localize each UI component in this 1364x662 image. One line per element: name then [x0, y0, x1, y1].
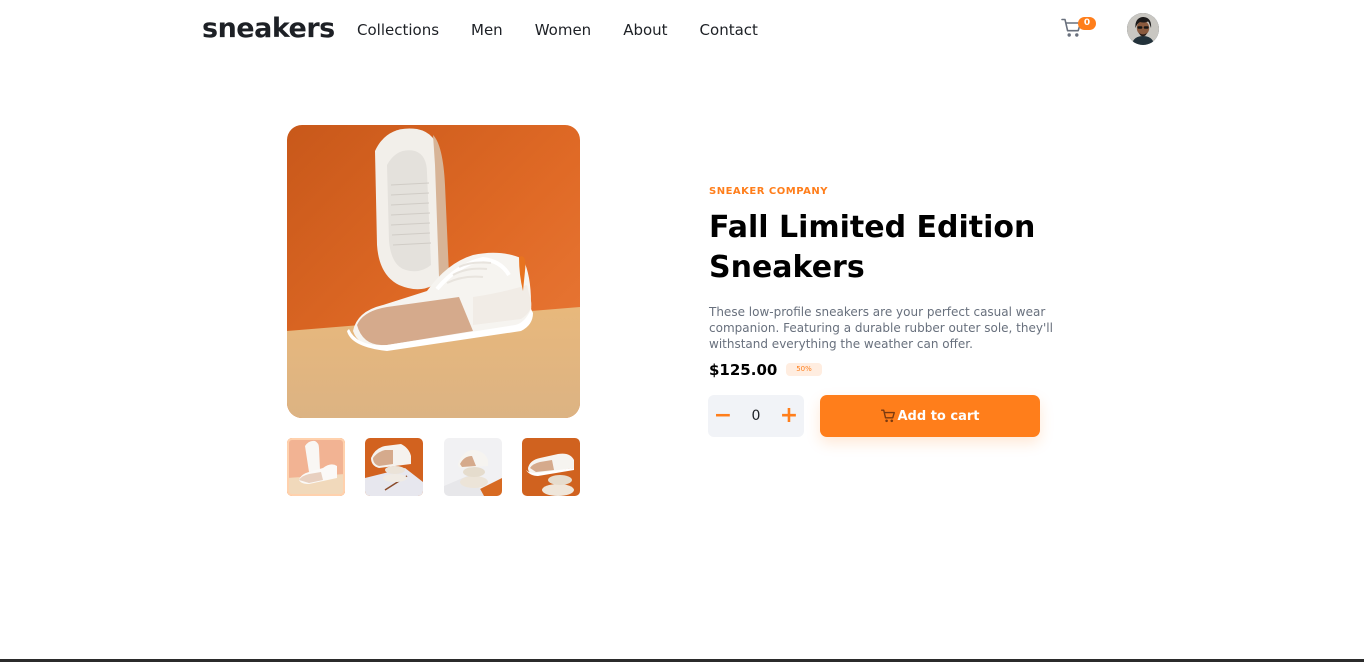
avatar-image — [1127, 13, 1159, 45]
nav-link-contact[interactable]: Contact — [700, 19, 758, 41]
product-description: These low-profile sneakers are your perf… — [709, 305, 1053, 351]
quantity-stepper: − 0 + — [708, 395, 804, 437]
nav-link-collections[interactable]: Collections — [357, 19, 439, 41]
thumbnail-4[interactable] — [522, 438, 580, 496]
thumbnail-image — [522, 438, 580, 496]
nav-link-about[interactable]: About — [623, 19, 667, 41]
product-title: Fall Limited Edition Sneakers — [709, 210, 1036, 285]
product-price: $125.00 — [709, 361, 778, 379]
product-main-image[interactable] — [287, 125, 580, 418]
nav-link-women[interactable]: Women — [535, 19, 591, 41]
thumbnail-1[interactable] — [287, 438, 345, 496]
thumbnail-image — [444, 438, 502, 496]
sneaker-illustration — [287, 125, 580, 418]
cart-icon — [880, 409, 895, 423]
increase-quantity-button[interactable]: + — [774, 395, 804, 437]
thumbnail-image — [287, 438, 345, 496]
logo[interactable]: sneakers — [202, 12, 335, 46]
add-to-cart-label: Add to cart — [897, 408, 980, 424]
thumbnail-2[interactable] — [365, 438, 423, 496]
thumbnail-strip — [287, 438, 580, 496]
cart-count-badge: 0 — [1078, 17, 1096, 30]
quantity-value: 0 — [751, 408, 761, 424]
thumbnail-3[interactable] — [444, 438, 502, 496]
main-nav: Collections Men Women About Contact — [357, 19, 790, 41]
discount-badge: 50% — [786, 363, 822, 376]
site-header: sneakers Collections Men Women About Con… — [0, 0, 1364, 60]
cart-button[interactable]: 0 — [1061, 16, 1097, 42]
add-to-cart-button[interactable]: Add to cart — [820, 395, 1040, 437]
user-avatar[interactable] — [1127, 13, 1159, 45]
decrease-quantity-button[interactable]: − — [708, 395, 738, 437]
company-name: Sneaker Company — [709, 186, 828, 197]
thumbnail-image — [365, 438, 423, 496]
nav-link-men[interactable]: Men — [471, 19, 503, 41]
